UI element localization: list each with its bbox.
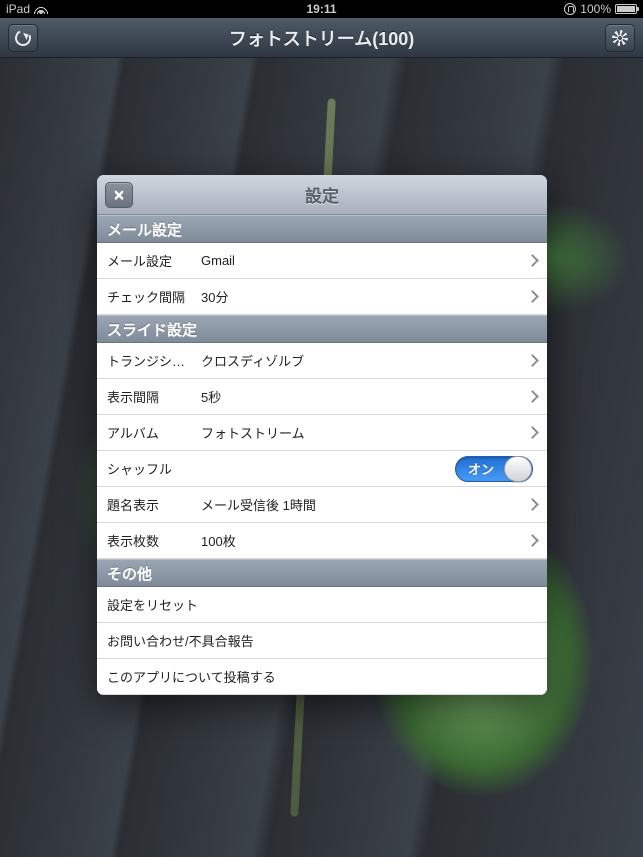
modal-body: メール設定 メール設定 Gmail チェック間隔 30分 スライド設定 トランジ… [97,215,547,695]
row-value: Gmail [195,253,528,268]
settings-button[interactable] [605,24,635,52]
row-label: お問い合わせ/不具合報告 [107,631,254,650]
section-header-slide: スライド設定 [97,315,547,343]
settings-modal: ✕ 設定 メール設定 メール設定 Gmail チェック間隔 30分 スライド設定… [97,175,547,695]
chevron-right-icon [526,498,539,511]
row-value: メール受信後 1時間 [195,495,528,514]
toggle-on-label: オン [468,459,494,478]
close-icon: ✕ [113,187,125,204]
row-check-interval[interactable]: チェック間隔 30分 [97,279,547,315]
row-value-wrap [195,461,455,476]
row-value: クロスディゾルブ [195,351,528,370]
clock: 19:11 [306,2,336,16]
refresh-icon [13,28,34,49]
page-title: フォトストリーム(100) [229,25,414,51]
row-transition[interactable]: トランジシ… クロスディゾルブ [97,343,547,379]
modal-header: ✕ 設定 [97,175,547,215]
section-header-mail: メール設定 [97,215,547,243]
chevron-right-icon [526,426,539,439]
row-label: トランジシ… [107,351,195,370]
battery-percent: 100% [580,2,611,16]
orientation-lock-icon [564,3,576,15]
row-display-count[interactable]: 表示枚数 100枚 [97,523,547,559]
row-shuffle: シャッフル オン [97,451,547,487]
chevron-right-icon [526,290,539,303]
nav-bar: フォトストリーム(100) [0,18,643,58]
row-share-app[interactable]: このアプリについて投稿する [97,659,547,695]
row-value: フォトストリーム [195,423,528,442]
carrier-label: iPad [6,2,30,16]
row-display-interval[interactable]: 表示間隔 5秒 [97,379,547,415]
gear-icon [612,30,628,46]
chevron-right-icon [526,534,539,547]
row-label: 設定をリセット [107,595,198,614]
row-contact[interactable]: お問い合わせ/不具合報告 [97,623,547,659]
row-label: アルバム [107,423,195,442]
row-value: 5秒 [195,387,528,406]
chevron-right-icon [526,390,539,403]
row-label: 表示間隔 [107,387,195,406]
wifi-icon [34,4,48,14]
modal-title: 設定 [305,182,339,207]
close-button[interactable]: ✕ [105,182,133,208]
row-label: 表示枚数 [107,531,195,550]
row-label: メール設定 [107,251,195,270]
chevron-right-icon [526,254,539,267]
row-label: このアプリについて投稿する [107,667,276,686]
battery-icon [615,4,637,14]
row-label: チェック間隔 [107,287,195,306]
section-header-other: その他 [97,559,547,587]
row-label: シャッフル [107,459,195,478]
status-bar: iPad 19:11 100% [0,0,643,18]
row-value: 30分 [195,287,528,306]
row-title-display[interactable]: 題名表示 メール受信後 1時間 [97,487,547,523]
chevron-right-icon [526,354,539,367]
row-album[interactable]: アルバム フォトストリーム [97,415,547,451]
row-reset[interactable]: 設定をリセット [97,587,547,623]
row-mail-account[interactable]: メール設定 Gmail [97,243,547,279]
row-value: 100枚 [195,531,528,550]
toggle-knob [504,456,532,482]
refresh-button[interactable] [8,24,38,52]
shuffle-toggle[interactable]: オン [455,456,533,482]
row-label: 題名表示 [107,495,195,514]
